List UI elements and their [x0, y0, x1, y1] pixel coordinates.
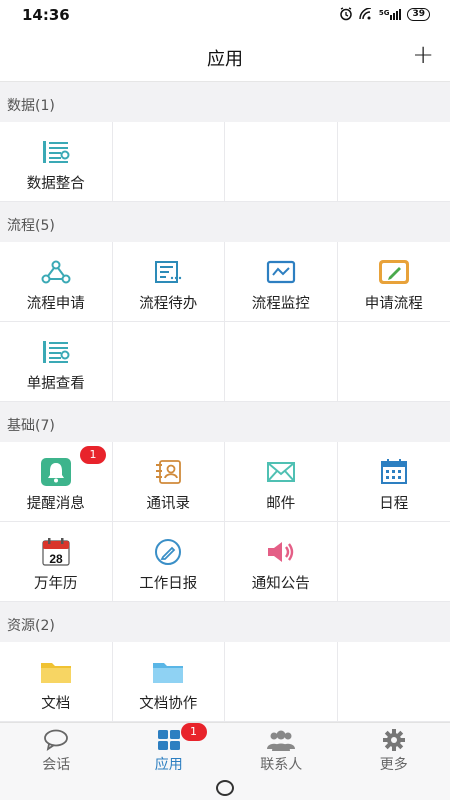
- speaker-icon: [265, 538, 297, 566]
- app-item-label: 数据整合: [26, 176, 85, 192]
- bell-icon: [40, 458, 72, 486]
- pencil-circle-icon: [152, 538, 184, 566]
- battery-icon: 39: [407, 7, 430, 21]
- bottom-tab-bar: 会话 应用 1 联系人 更多: [0, 722, 450, 776]
- app-item[interactable]: 单据查看: [0, 322, 113, 402]
- app-item-label: 文档协作: [139, 696, 198, 712]
- folder-yellow-icon: [40, 658, 72, 686]
- section-grid: 文档 文档协作: [0, 642, 450, 722]
- app-item[interactable]: 提醒消息 1: [0, 442, 113, 522]
- signal-label: 5G: [378, 8, 390, 17]
- app-item[interactable]: 邮件: [225, 442, 338, 522]
- mail-icon: [265, 458, 297, 486]
- section-grid: 提醒消息 1 通讯录 邮件 日程 28 万年历 工作日报 通知公告: [0, 442, 450, 602]
- edit-note-icon: [378, 258, 410, 286]
- svg-text:28: 28: [49, 552, 63, 566]
- list-icon: [40, 138, 72, 166]
- section-title: 数据(1): [0, 82, 450, 122]
- app-item-label: 提醒消息: [26, 496, 85, 512]
- page-title: 应用: [207, 49, 243, 70]
- status-icons: 5G 39: [339, 7, 430, 21]
- apps-icon: [157, 729, 181, 751]
- notification-badge: 1: [80, 446, 106, 464]
- empty-cell: [337, 522, 450, 602]
- empty-cell: [225, 122, 338, 202]
- tab-item[interactable]: 应用 1: [113, 723, 226, 776]
- app-item[interactable]: 通讯录: [112, 442, 225, 522]
- app-item[interactable]: 申请流程: [337, 242, 450, 322]
- app-item[interactable]: 日程: [337, 442, 450, 522]
- apps-content[interactable]: 数据(1) 数据整合 流程(5) 流程申请 流程待办 流程监控 申请流程 单据查看 基础(7) 提…: [0, 82, 450, 722]
- app-item-label: 文档: [41, 696, 71, 712]
- folder-blue-icon: [152, 658, 184, 686]
- tab-item[interactable]: 联系人: [225, 723, 338, 776]
- empty-cell: [337, 322, 450, 402]
- tab-item[interactable]: 会话: [0, 723, 113, 776]
- tab-label: 应用: [154, 757, 183, 773]
- alarm-icon: [340, 7, 352, 21]
- app-item-label: 日程: [379, 496, 409, 512]
- notification-badge: 1: [180, 723, 207, 741]
- empty-cell: [112, 322, 225, 402]
- empty-cell: [337, 122, 450, 202]
- empty-cell: [225, 642, 338, 722]
- chat-icon: [43, 729, 69, 751]
- empty-cell: [337, 642, 450, 722]
- gear-icon: [382, 729, 406, 751]
- app-item[interactable]: 文档: [0, 642, 113, 722]
- monitor-icon: [265, 258, 297, 286]
- app-item-label: 工作日报: [139, 576, 198, 592]
- app-item-label: 申请流程: [364, 296, 423, 312]
- tab-item[interactable]: 更多: [338, 723, 450, 776]
- tab-label: 更多: [379, 757, 408, 773]
- app-item[interactable]: 28 万年历: [0, 522, 113, 602]
- system-nav-bar: [0, 776, 450, 800]
- app-header: 应用 +: [0, 32, 450, 82]
- app-item[interactable]: 流程监控: [225, 242, 338, 322]
- section-title: 资源(2): [0, 602, 450, 642]
- tab-label: 联系人: [260, 757, 303, 773]
- empty-cell: [112, 122, 225, 202]
- app-item[interactable]: 数据整合: [0, 122, 113, 202]
- app-item-label: 通知公告: [251, 576, 310, 592]
- app-item-label: 流程申请: [26, 296, 85, 312]
- app-item[interactable]: 流程待办: [112, 242, 225, 322]
- people-icon: [266, 729, 296, 751]
- tab-label: 会话: [42, 757, 71, 773]
- app-item-label: 单据查看: [26, 376, 85, 392]
- app-item-label: 流程监控: [251, 296, 310, 312]
- app-item-label: 流程待办: [139, 296, 198, 312]
- empty-cell: [225, 322, 338, 402]
- plus-icon[interactable]: +: [412, 40, 434, 70]
- list-icon: [40, 338, 72, 366]
- section-title: 基础(7): [0, 402, 450, 442]
- status-time: 14:36: [22, 6, 70, 24]
- todo-doc-icon: [152, 258, 184, 286]
- section-grid: 数据整合: [0, 122, 450, 202]
- app-item[interactable]: 文档协作: [112, 642, 225, 722]
- section-title: 流程(5): [0, 202, 450, 242]
- day-calendar-icon: 28: [40, 538, 72, 566]
- calendar-icon: [378, 458, 410, 486]
- app-item[interactable]: 流程申请: [0, 242, 113, 322]
- app-item[interactable]: 工作日报: [112, 522, 225, 602]
- app-item-label: 邮件: [266, 496, 296, 512]
- home-button[interactable]: [216, 780, 234, 796]
- signal-icon: 5G: [378, 8, 402, 20]
- app-item-label: 万年历: [34, 576, 78, 592]
- contacts-icon: [152, 458, 184, 486]
- status-bar: 14:36 5G 39: [0, 0, 450, 32]
- app-item[interactable]: 通知公告: [225, 522, 338, 602]
- wifi-icon: [359, 8, 371, 20]
- section-grid: 流程申请 流程待办 流程监控 申请流程单据查看: [0, 242, 450, 402]
- app-item-label: 通讯录: [146, 496, 191, 512]
- flow-nodes-icon: [40, 258, 72, 286]
